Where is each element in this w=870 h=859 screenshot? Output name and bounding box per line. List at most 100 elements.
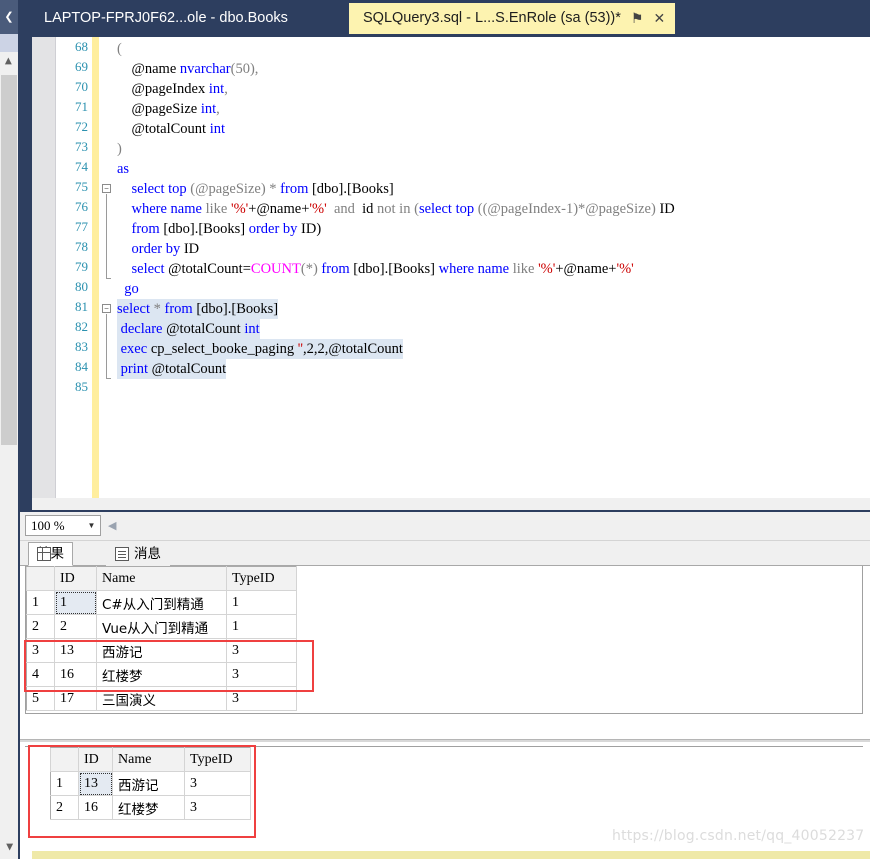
code-line[interactable]: select top (@pageSize) * from [dbo].[Boo…: [117, 179, 394, 199]
code-line[interactable]: go: [117, 279, 139, 299]
docked-panel-tab[interactable]: ❮: [0, 0, 18, 34]
code-line[interactable]: ): [117, 139, 122, 159]
line-number: 78: [75, 239, 88, 254]
chevron-down-icon[interactable]: ▼: [83, 521, 100, 530]
cell-id[interactable]: 13: [78, 771, 113, 796]
cell-id[interactable]: 13: [54, 638, 97, 663]
code-line[interactable]: [117, 379, 121, 399]
table-row[interactable]: 2 16 红楼梦 3: [50, 795, 251, 820]
row-number-cell[interactable]: 4: [26, 662, 55, 687]
cell-typeid[interactable]: 1: [226, 590, 297, 615]
code-token: int: [209, 121, 226, 137]
zoom-level-combobox[interactable]: 100 % ▼: [25, 515, 101, 536]
nav-back-icon[interactable]: ◀: [108, 519, 116, 532]
cell-id[interactable]: 2: [54, 614, 97, 639]
code-token: from: [164, 301, 197, 317]
cell-typeid[interactable]: 1: [226, 614, 297, 639]
code-line[interactable]: @pageIndex int,: [117, 79, 228, 99]
cell-typeid[interactable]: 3: [226, 686, 297, 711]
table-row[interactable]: 3 13 西游记 3: [26, 638, 297, 663]
table-row[interactable]: 5 17 三国演义 3: [26, 686, 297, 711]
grid-corner-header[interactable]: [50, 747, 79, 772]
column-header[interactable]: ID: [54, 566, 97, 591]
code-line[interactable]: as: [117, 159, 129, 179]
left-scrollbar-thumb[interactable]: [1, 75, 17, 445]
editor-indicator-margin[interactable]: [32, 37, 55, 510]
pin-icon[interactable]: ⚑: [631, 3, 644, 34]
tab-results[interactable]: 结果: [28, 542, 73, 566]
cell-name[interactable]: 三国演义: [96, 686, 227, 711]
close-icon[interactable]: ✕: [653, 3, 665, 34]
watermark-text: https://blog.csdn.net/qq_40052237: [612, 828, 865, 844]
row-number-cell[interactable]: 5: [26, 686, 55, 711]
code-line[interactable]: where name like '%'+@name+'%' and id not…: [117, 199, 675, 219]
result-grid-1[interactable]: ID Name TypeID 1 1 C#从入门到精通 1 2 2 Vue从入门到精通 1 3 13 西游…: [26, 566, 297, 711]
left-scrollbar-strip[interactable]: ◀ ◀: [0, 0, 18, 859]
scroll-down-arrow-icon[interactable]: ◀: [0, 838, 18, 856]
code-token: ,: [216, 101, 220, 117]
cell-id[interactable]: 1: [54, 590, 97, 615]
row-number-cell[interactable]: 1: [50, 771, 79, 796]
cell-id[interactable]: 17: [54, 686, 97, 711]
row-number-cell[interactable]: 2: [26, 614, 55, 639]
code-line[interactable]: print @totalCount: [117, 359, 227, 379]
cell-name[interactable]: 西游记: [96, 638, 227, 663]
code-line[interactable]: (: [117, 39, 122, 59]
messages-icon: [115, 547, 129, 561]
tab-sqlquery3[interactable]: SQLQuery3.sql - L...S.EnRole (sa (53))* …: [349, 3, 676, 34]
cell-name[interactable]: 西游记: [112, 771, 185, 796]
cell-typeid[interactable]: 3: [184, 771, 251, 796]
editor-outlining-column[interactable]: − −: [99, 37, 117, 510]
tab-dbo-books[interactable]: LAPTOP-FPRJ0F62...ole - dbo.Books: [30, 3, 302, 34]
cell-typeid[interactable]: 3: [184, 795, 251, 820]
column-header[interactable]: TypeID: [226, 566, 297, 591]
scroll-up-arrow-icon[interactable]: ◀: [0, 52, 18, 70]
code-line[interactable]: @totalCount int: [117, 119, 226, 139]
cell-name[interactable]: C#从入门到精通: [96, 590, 227, 615]
code-line[interactable]: select @totalCount=COUNT(*) from [dbo].[…: [117, 259, 634, 279]
code-line[interactable]: select * from [dbo].[Books]: [117, 299, 279, 319]
result-grid-2[interactable]: ID Name TypeID 1 13 西游记 3 2 16 红楼梦 3: [50, 747, 251, 820]
code-token: id: [362, 201, 378, 217]
code-line[interactable]: exec cp_select_booke_paging '',2,2,@tota…: [117, 339, 403, 359]
code-line[interactable]: @name nvarchar(50),: [117, 59, 259, 79]
line-number: 76: [75, 199, 88, 214]
cell-typeid[interactable]: 3: [226, 638, 297, 663]
tab-messages[interactable]: 消息: [106, 542, 170, 566]
code-token: select top: [418, 201, 478, 217]
table-row[interactable]: 4 16 红楼梦 3: [26, 662, 297, 687]
row-number-cell[interactable]: 2: [50, 795, 79, 820]
grid-corner-header[interactable]: [26, 566, 55, 591]
table-row[interactable]: 2 2 Vue从入门到精通 1: [26, 614, 297, 639]
cell-name[interactable]: Vue从入门到精通: [96, 614, 227, 639]
column-header[interactable]: ID: [78, 747, 113, 772]
cell-id[interactable]: 16: [54, 662, 97, 687]
row-number-cell[interactable]: 1: [26, 590, 55, 615]
column-header[interactable]: Name: [112, 747, 185, 772]
cell-name[interactable]: 红楼梦: [96, 662, 227, 687]
column-header[interactable]: Name: [96, 566, 227, 591]
editor-right-margin: [862, 37, 870, 510]
editor-code-text[interactable]: ( @name nvarchar(50), @pageIndex int, @p…: [117, 37, 870, 510]
code-line[interactable]: from [dbo].[Books] order by ID): [117, 219, 322, 239]
fold-guide-line: [106, 314, 107, 378]
table-row[interactable]: 1 13 西游记 3: [50, 771, 251, 796]
code-line[interactable]: declare @totalCount int: [117, 319, 260, 339]
cell-typeid[interactable]: 3: [226, 662, 297, 687]
collapse-region-icon[interactable]: −: [102, 184, 111, 193]
cell-name[interactable]: 红楼梦: [112, 795, 185, 820]
sql-code-editor[interactable]: 68 69 70 71 72 73 74 75 76 77 78 79 80 81 82 83 84 85 − − …: [32, 37, 870, 510]
code-line[interactable]: order by ID: [117, 239, 200, 259]
collapse-region-icon[interactable]: −: [102, 304, 111, 313]
column-header[interactable]: TypeID: [184, 747, 251, 772]
results-grid-splitter[interactable]: [20, 739, 870, 742]
table-row[interactable]: 1 1 C#从入门到精通 1: [26, 590, 297, 615]
fold-guide-foot: [106, 278, 111, 279]
zoom-level-value: 100 %: [31, 517, 65, 533]
editor-horizontal-scrollbar[interactable]: [32, 498, 870, 510]
code-token: int: [244, 321, 260, 337]
cell-id[interactable]: 16: [78, 795, 113, 820]
row-number-cell[interactable]: 3: [26, 638, 55, 663]
code-line[interactable]: @pageSize int,: [117, 99, 220, 119]
